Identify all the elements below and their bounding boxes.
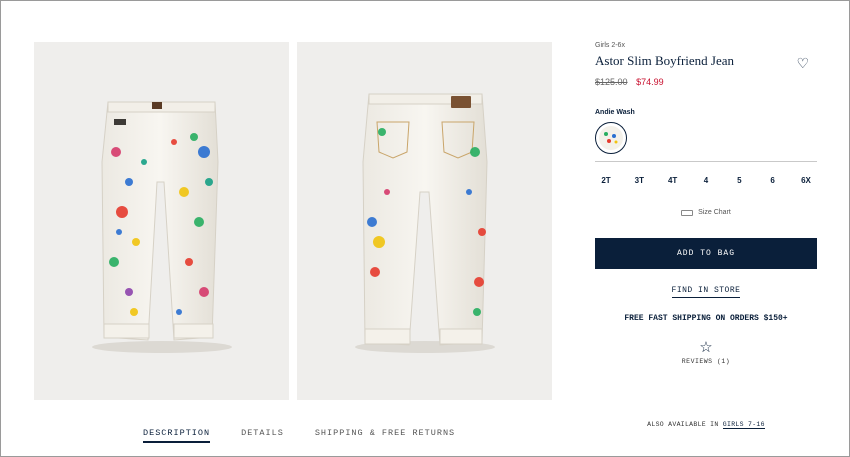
ruler-icon — [681, 209, 694, 216]
shipping-promo: FREE FAST SHIPPING ON ORDERS $150+ — [624, 314, 788, 323]
product-category: Girls 2-6x — [595, 42, 625, 49]
price-original: $125.00 — [595, 77, 628, 87]
star-outline-icon[interactable]: ☆ — [595, 340, 817, 355]
also-available-prefix: ALSO AVAILABLE IN — [647, 421, 719, 428]
size-option[interactable]: 5 — [732, 176, 746, 185]
tab-shipping-free-returns[interactable]: SHIPPING & FREE RETURNS — [315, 428, 455, 443]
size-selector: 2T 3T 4T 4 5 6 6X — [595, 176, 817, 185]
jeans-back-illustration — [355, 93, 495, 353]
price-block: $125.00 $74.99 — [595, 77, 817, 87]
price-sale: $74.99 — [636, 77, 664, 87]
product-image-front[interactable] — [34, 42, 289, 400]
size-chart-label: Size Chart — [698, 209, 731, 216]
swatch-image — [599, 126, 623, 150]
size-option[interactable]: 2T — [599, 176, 613, 185]
reviews-link[interactable]: REVIEWS (1) — [595, 358, 817, 365]
add-to-bag-button[interactable]: ADD TO BAG — [595, 238, 817, 269]
tab-details[interactable]: DETAILS — [241, 428, 284, 443]
size-option[interactable]: 3T — [632, 176, 646, 185]
product-tabs: DESCRIPTION DETAILS SHIPPING & FREE RETURN… — [143, 428, 455, 443]
also-available: ALSO AVAILABLE IN GIRLS 7-16 — [595, 421, 817, 429]
tab-description[interactable]: DESCRIPTION — [143, 428, 211, 443]
size-option[interactable]: 6 — [766, 176, 780, 185]
size-option[interactable]: 6X — [799, 176, 813, 185]
product-title: Astor Slim Boyfriend Jean — [595, 53, 735, 68]
find-in-store-link[interactable]: FIND IN STORE — [671, 286, 741, 298]
jeans-front-illustration — [92, 101, 232, 353]
product-info-panel: Girls 2-6x Astor Slim Boyfriend Jean ♡ $… — [595, 42, 817, 365]
color-swatch[interactable] — [595, 122, 627, 154]
size-option[interactable]: 4T — [666, 176, 680, 185]
heart-outline-icon[interactable]: ♡ — [796, 55, 809, 72]
also-available-link[interactable]: GIRLS 7-16 — [722, 421, 765, 429]
divider — [595, 161, 817, 162]
product-image-back[interactable] — [297, 42, 552, 400]
size-option[interactable]: 4 — [699, 176, 713, 185]
size-chart-link[interactable]: Size Chart — [595, 209, 817, 216]
wash-label: Andie Wash — [595, 109, 635, 116]
